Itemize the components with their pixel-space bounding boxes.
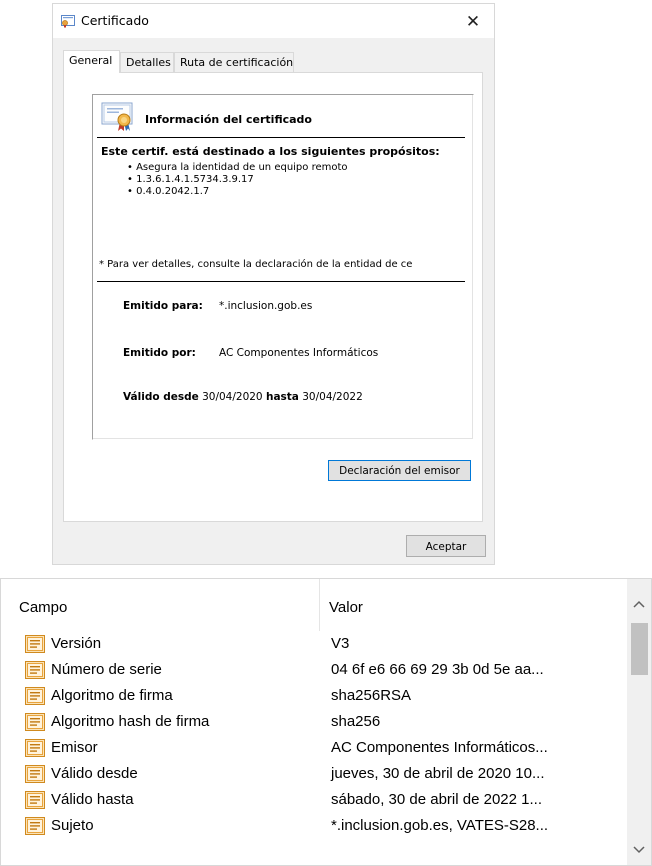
row-field: Sujeto xyxy=(51,817,94,834)
row-value: *.inclusion.gob.es, VATES-S28... xyxy=(331,817,549,834)
certificate-dialog: Certificado ✕ General Detalles Ruta de c… xyxy=(52,3,495,565)
row-value: AC Componentes Informáticos... xyxy=(331,739,548,756)
vertical-scrollbar[interactable] xyxy=(627,579,651,865)
issued-to-value: *.inclusion.gob.es xyxy=(219,300,313,312)
list-rows: Versión V3 Número de serie 04 6f e6 66 69 2… xyxy=(1,631,621,839)
divider xyxy=(97,137,465,138)
valid-to-value: 30/04/2022 xyxy=(302,391,363,403)
issued-by-label: Emitido por: xyxy=(123,347,196,359)
list-header: Campo Valor xyxy=(1,579,621,631)
scrollbar-thumb[interactable] xyxy=(631,623,648,675)
table-row[interactable]: Válido desde jueves, 30 de abril de 2020 … xyxy=(1,761,621,787)
title-bar: Certificado ✕ xyxy=(53,4,494,38)
certificate-field-icon xyxy=(25,765,45,788)
row-field: Algoritmo de firma xyxy=(51,687,173,704)
purpose-item: 0.4.0.2042.1.7 xyxy=(127,186,348,198)
general-tab-panel: Información del certificado Este certif.… xyxy=(63,72,483,522)
purpose-item: Asegura la identidad de un equipo remoto xyxy=(127,162,347,174)
certificate-field-icon xyxy=(25,661,45,684)
certificate-info-box: Información del certificado Este certif.… xyxy=(92,94,474,440)
certificate-field-icon xyxy=(25,635,45,658)
table-row[interactable]: Válido hasta sábado, 30 de abril de 2022 … xyxy=(1,787,621,813)
table-row[interactable]: Versión V3 xyxy=(1,631,621,657)
row-value: sábado, 30 de abril de 2022 1... xyxy=(331,791,542,808)
tab-bar: General Detalles Ruta de certificación xyxy=(63,50,483,73)
certificate-field-icon xyxy=(25,739,45,762)
valid-to-label: hasta xyxy=(265,391,299,403)
tab-details[interactable]: Detalles xyxy=(120,52,174,72)
column-separator[interactable] xyxy=(319,579,320,631)
accept-button[interactable]: Aceptar xyxy=(406,535,486,557)
purposes-heading: Este certif. está destinado a los siguie… xyxy=(101,145,440,158)
tab-general[interactable]: General xyxy=(63,50,120,73)
table-row[interactable]: Emisor AC Componentes Informáticos... xyxy=(1,735,621,761)
certificate-field-icon xyxy=(25,791,45,814)
issued-by-row: Emitido por: AC Componentes Informáticos xyxy=(123,347,378,359)
certificate-ribbon-icon xyxy=(101,102,135,136)
table-row[interactable]: Sujeto *.inclusion.gob.es, VATES-S28... xyxy=(1,813,621,839)
table-row[interactable]: Algoritmo de firma sha256RSA xyxy=(1,683,621,709)
certificate-field-icon xyxy=(25,713,45,736)
row-field: Válido desde xyxy=(51,765,138,782)
divider xyxy=(97,281,465,282)
row-field: Número de serie xyxy=(51,661,162,678)
row-field: Versión xyxy=(51,635,102,652)
column-header-value[interactable]: Valor xyxy=(329,599,363,616)
column-header-field[interactable]: Campo xyxy=(19,599,67,616)
row-value: jueves, 30 de abril de 2020 10... xyxy=(331,765,545,782)
issued-to-row: Emitido para: *.inclusion.gob.es xyxy=(123,300,312,312)
valid-from-label: Válido desde xyxy=(123,391,199,403)
tab-certification-path[interactable]: Ruta de certificación xyxy=(174,52,294,72)
close-button[interactable]: ✕ xyxy=(452,4,494,38)
row-field: Emisor xyxy=(51,739,98,756)
row-value: V3 xyxy=(331,635,350,652)
purposes-list: Asegura la identidad de un equipo remoto… xyxy=(127,162,348,198)
row-value: 04 6f e6 66 69 29 3b 0d 5e aa... xyxy=(331,661,544,678)
chevron-up-icon[interactable] xyxy=(633,595,645,613)
issued-by-value: AC Componentes Informáticos xyxy=(219,347,379,359)
dialog-title: Certificado xyxy=(81,13,149,28)
table-row[interactable]: Número de serie 04 6f e6 66 69 29 3b 0d 5… xyxy=(1,657,621,683)
table-row[interactable]: Algoritmo hash de firma sha256 xyxy=(1,709,621,735)
row-field: Algoritmo hash de firma xyxy=(51,713,210,730)
chevron-down-icon[interactable] xyxy=(633,841,645,859)
footnote: * Para ver detalles, consulte la declara… xyxy=(99,259,413,270)
certificate-details-list: Campo Valor Versión V3 Número de serie 04 6… xyxy=(0,578,652,866)
row-field: Válido hasta xyxy=(51,791,134,808)
issuer-statement-button[interactable]: Declaración del emisor xyxy=(328,460,471,481)
info-title: Información del certificado xyxy=(145,113,312,126)
certificate-field-icon xyxy=(25,817,45,840)
valid-from-value: 30/04/2020 xyxy=(202,391,263,403)
purpose-item: 1.3.6.1.4.1.5734.3.9.17 xyxy=(127,174,348,186)
validity-row: Válido desde 30/04/2020 hasta 30/04/2022 xyxy=(123,391,363,403)
row-value: sha256 xyxy=(331,713,381,730)
issued-to-label: Emitido para: xyxy=(123,300,203,312)
row-value: sha256RSA xyxy=(331,687,412,704)
certificate-field-icon xyxy=(25,687,45,710)
certificate-icon xyxy=(61,13,75,32)
